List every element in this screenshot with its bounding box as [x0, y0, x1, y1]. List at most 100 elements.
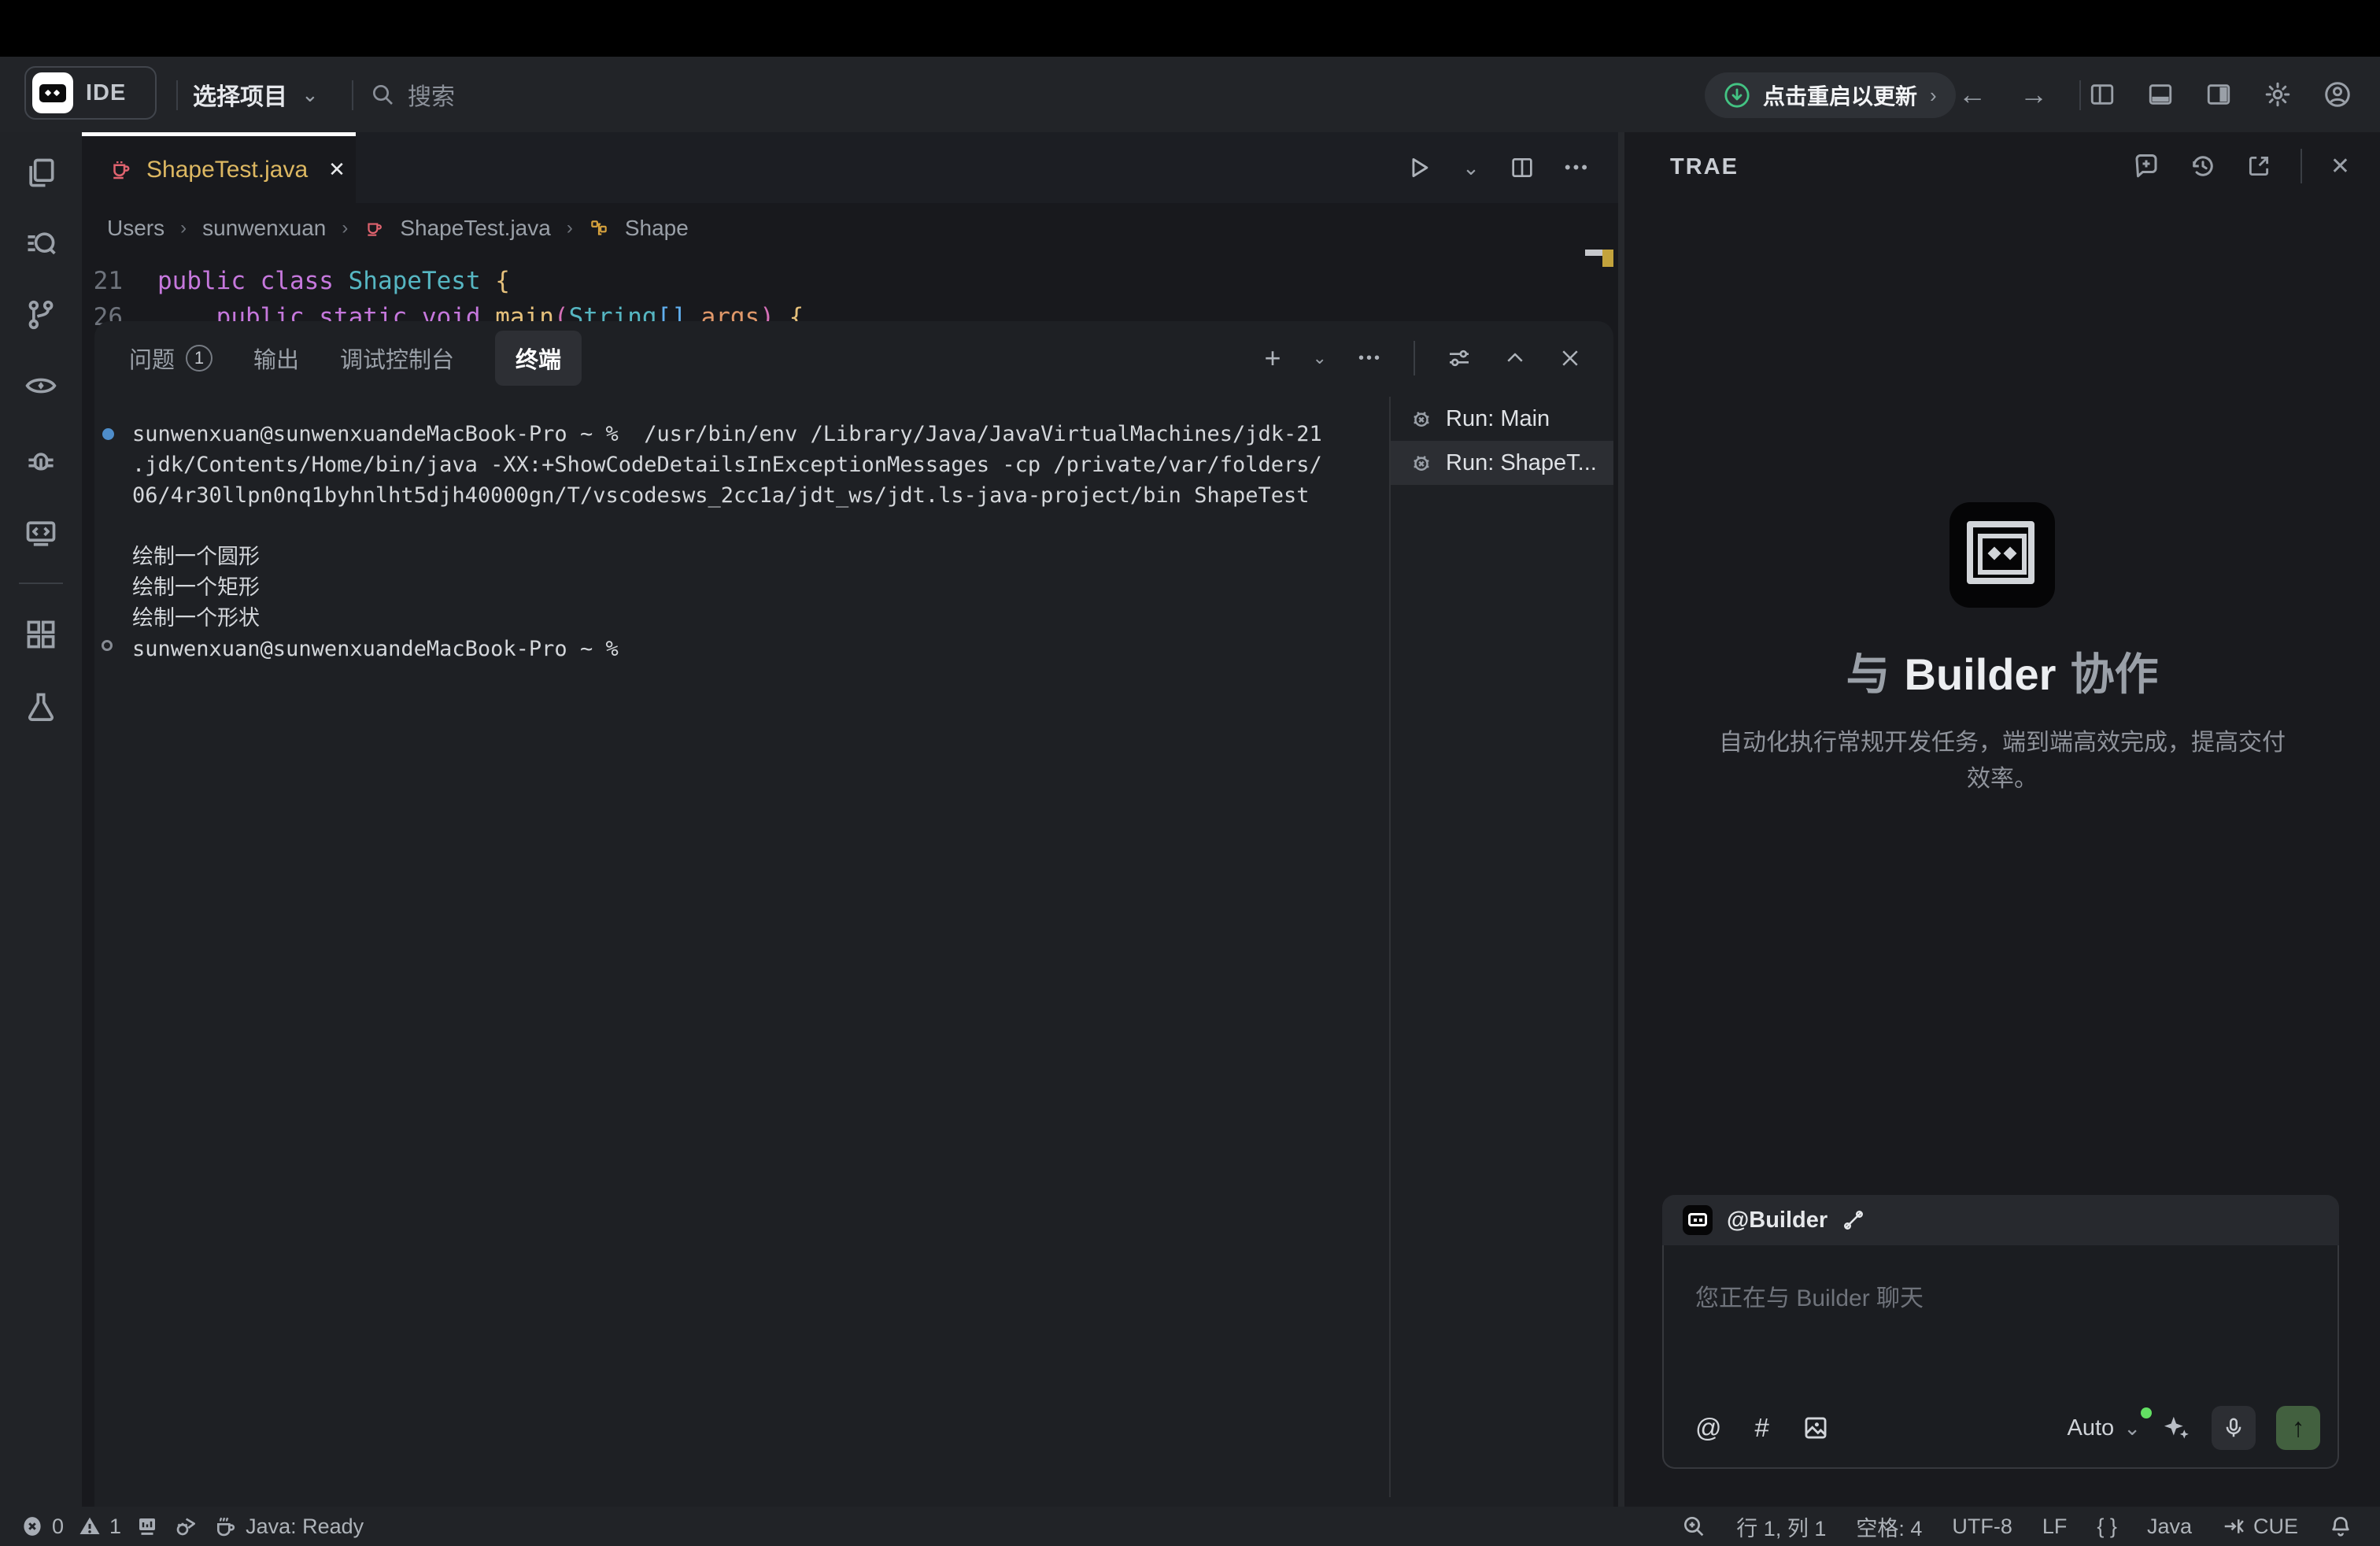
terminal-line: 绘制一个形状	[132, 603, 260, 634]
encoding[interactable]: UTF-8	[1952, 1515, 2012, 1539]
terminal-line: 06/4r30llpn0nq1byhnlht5djh40000gn/T/vsco…	[132, 480, 1310, 511]
toggle-right-sidebar-icon[interactable]	[2205, 81, 2232, 108]
java-coffee-icon	[213, 1514, 238, 1539]
model-label: Auto	[2068, 1415, 2115, 1441]
chat-agent-header[interactable]: @Builder	[1662, 1195, 2339, 1245]
breadcrumb-users[interactable]: Users	[107, 216, 164, 241]
model-status-dot	[2141, 1407, 2152, 1418]
tab-shapetest-java[interactable]: ShapeTest.java ✕	[82, 132, 356, 203]
tab-close-icon[interactable]: ✕	[328, 157, 346, 182]
mention-button[interactable]: @	[1695, 1413, 1722, 1443]
terminal-run-main[interactable]: Run: Main	[1391, 397, 1613, 441]
toggle-left-sidebar-icon[interactable]	[2089, 81, 2116, 108]
tab-filename: ShapeTest.java	[146, 157, 308, 183]
terminal-list-divider	[1389, 397, 1391, 1497]
ide-label: IDE	[86, 80, 126, 106]
nav-forward-button[interactable]: →	[2020, 78, 2048, 111]
new-terminal-button[interactable]: +	[1265, 342, 1281, 375]
terminal-line: .jdk/Contents/Home/bin/java -XX:+ShowCod…	[132, 449, 1322, 480]
global-search-input[interactable]: 搜索	[370, 57, 455, 132]
status-bar: 0 1 Java: Ready	[0, 1507, 2380, 1546]
tab-terminal[interactable]: 终端	[495, 331, 582, 386]
extensions-icon[interactable]	[24, 617, 58, 652]
breadcrumb-sunwenxuan[interactable]: sunwenxuan	[202, 216, 326, 241]
notifications-bell-icon[interactable]	[2328, 1514, 2353, 1539]
eol-sequence[interactable]: LF	[2042, 1515, 2068, 1539]
new-chat-icon[interactable]	[2132, 152, 2160, 180]
breadcrumb-sep: ›	[342, 217, 348, 239]
new-terminal-dropdown[interactable]: ⌄	[1313, 348, 1327, 368]
search-placeholder: 搜索	[408, 77, 455, 112]
search-icon	[370, 82, 395, 107]
builder-logo-icon	[1949, 502, 2055, 608]
bracket-pair-toggle[interactable]: { }	[2097, 1515, 2117, 1539]
testing-flask-icon[interactable]	[24, 690, 58, 724]
send-button[interactable]: ↑	[2276, 1406, 2320, 1450]
problems-status[interactable]: 0 1	[20, 1515, 121, 1539]
builder-heading: 与Builder协作	[1624, 639, 2380, 703]
language-mode[interactable]: Java	[2147, 1515, 2192, 1539]
terminal-line: 绘制一个矩形	[132, 572, 260, 603]
tab-problems[interactable]: 问题 1	[129, 342, 213, 375]
terminal-run-shapetest[interactable]: Run: ShapeT...	[1391, 441, 1613, 485]
maximize-panel-icon[interactable]	[1503, 346, 1527, 370]
trae-logo-icon	[32, 72, 73, 113]
more-actions-icon[interactable]: •••	[1565, 157, 1590, 178]
debug-launch-icon[interactable]	[173, 1514, 198, 1539]
debug-icon[interactable]	[24, 446, 58, 480]
remote-terminal-icon[interactable]	[24, 516, 58, 551]
tab-output[interactable]: 输出	[253, 342, 299, 375]
toggle-bottom-panel-icon[interactable]	[2147, 81, 2174, 108]
bottom-panel: 问题 1 输出 调试控制台 终端 + ⌄ •••	[94, 321, 1613, 1507]
indentation[interactable]: 空格: 4	[1856, 1511, 1922, 1542]
breadcrumb-symbol[interactable]: Shape	[625, 216, 689, 241]
close-panel-icon[interactable]	[1558, 346, 1582, 370]
close-panel-icon[interactable]: ✕	[2330, 153, 2350, 180]
run-dropdown-chevron[interactable]: ⌄	[1462, 156, 1480, 180]
terminal-line: 绘制一个圆形	[132, 542, 260, 572]
builder-chip-icon	[1683, 1205, 1713, 1235]
terminal-more-icon[interactable]: •••	[1358, 350, 1382, 368]
ai-preview-eye-icon[interactable]	[24, 368, 58, 403]
app-logo-button[interactable]: IDE	[24, 66, 157, 120]
warnings-icon	[78, 1515, 102, 1538]
terminal-settings-icon[interactable]	[1447, 346, 1472, 371]
enhance-sparkle-icon[interactable]	[2161, 1413, 2191, 1443]
split-editor-icon[interactable]	[1510, 155, 1535, 180]
project-picker-label: 选择项目	[193, 77, 287, 112]
account-icon[interactable]	[2323, 80, 2352, 109]
source-control-icon[interactable]	[24, 298, 58, 332]
context-button[interactable]: #	[1755, 1413, 1769, 1443]
trae-header-divider	[2301, 149, 2302, 183]
terminal-output[interactable]: sunwenxuan@sunwenxuandeMacBook-Pro ~ % /…	[94, 400, 1385, 1507]
breadcrumb-sep: ›	[567, 217, 573, 239]
attach-image-button[interactable]	[1802, 1415, 1829, 1441]
model-selector[interactable]: Auto ⌄	[2068, 1415, 2141, 1441]
errors-icon	[20, 1515, 44, 1538]
explorer-files-icon[interactable]	[24, 156, 58, 190]
settings-gear-icon[interactable]	[2264, 80, 2292, 109]
breadcrumb[interactable]: Users › sunwenxuan › ShapeTest.java › Sh…	[107, 208, 689, 249]
cursor-position[interactable]: 行 1, 列 1	[1736, 1511, 1826, 1542]
voice-input-button[interactable]	[2212, 1406, 2256, 1450]
editor-region: ShapeTest.java ✕ ⌄ ••• Users › sunwenxua…	[82, 132, 1618, 1507]
run-button[interactable]	[1406, 154, 1432, 181]
update-label: 点击重启以更新	[1763, 80, 1917, 111]
java-status[interactable]: Java: Ready	[213, 1514, 364, 1539]
chat-input-area[interactable]: 您正在与 Builder 聊天 @ # Auto ⌄	[1662, 1245, 2339, 1469]
zoom-in-icon[interactable]	[1681, 1514, 1706, 1539]
breadcrumb-file[interactable]: ShapeTest.java	[400, 216, 550, 241]
search-files-icon[interactable]	[24, 227, 58, 261]
nav-back-button[interactable]: ←	[1958, 78, 1986, 111]
ports-panel-icon[interactable]	[135, 1515, 159, 1538]
java-file-icon	[364, 218, 384, 239]
panel-resizer[interactable]	[1618, 132, 1624, 1507]
activity-bar-divider	[19, 583, 63, 584]
tab-debug-console[interactable]: 调试控制台	[340, 342, 454, 375]
history-icon[interactable]	[2189, 152, 2217, 180]
project-picker-dropdown[interactable]: 选择项目 ⌄	[193, 57, 319, 132]
terminal-instance-list: Run: Main Run: ShapeT...	[1391, 397, 1613, 485]
restart-update-button[interactable]: 点击重启以更新 ›	[1705, 72, 1956, 118]
cue-status[interactable]: CUE	[2222, 1515, 2298, 1539]
open-in-window-icon[interactable]	[2245, 153, 2272, 179]
